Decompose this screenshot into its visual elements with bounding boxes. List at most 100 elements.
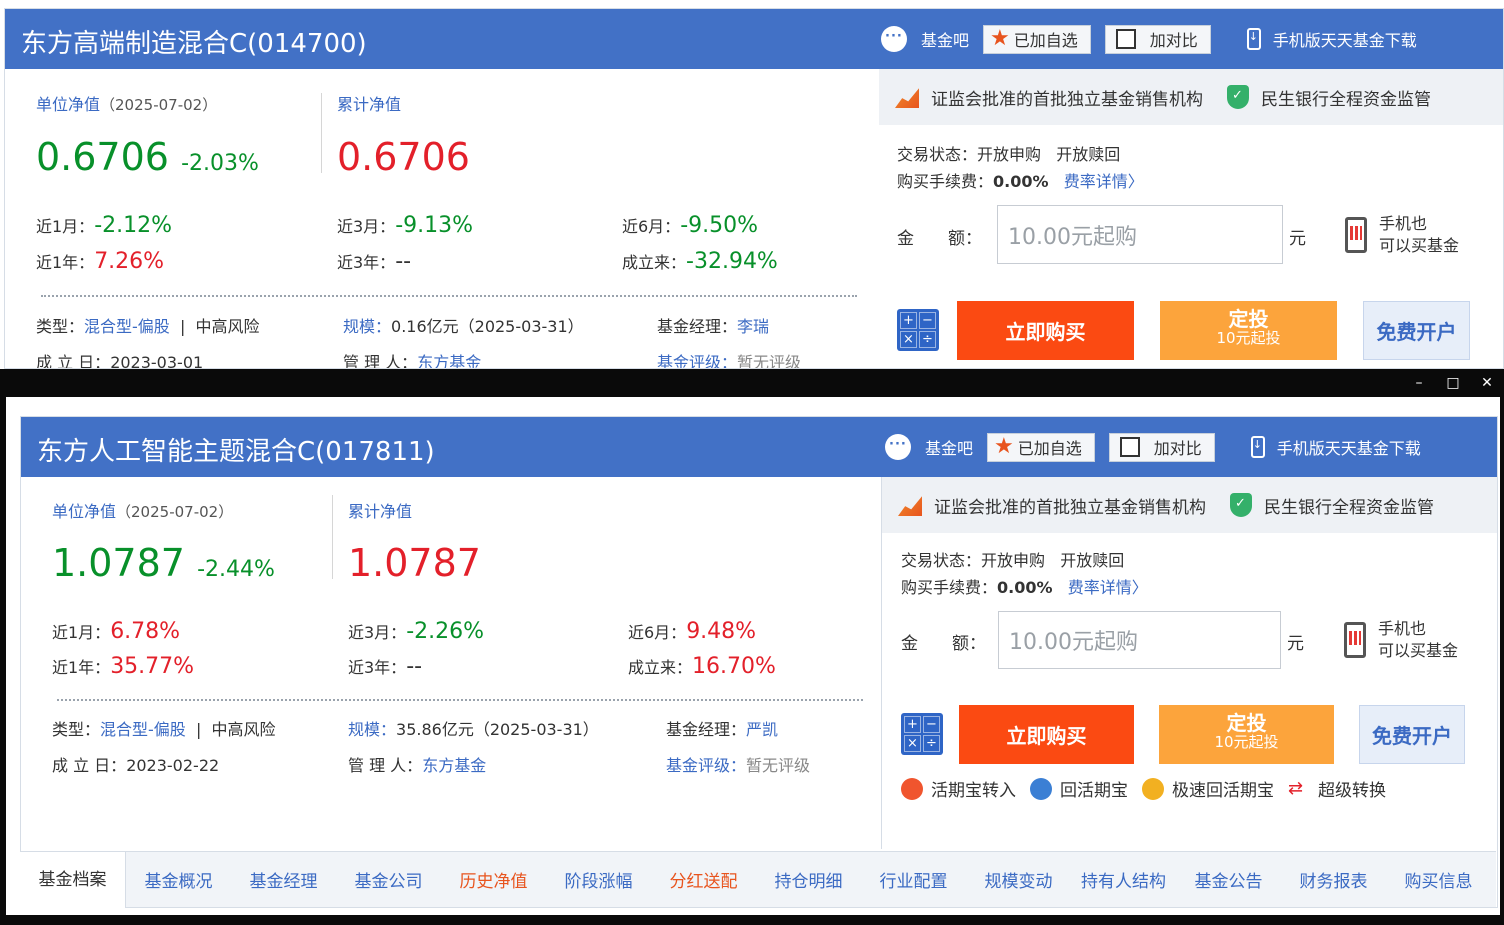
rating-info: 基金评级：暂无评级 — [657, 349, 801, 368]
manager-label: 基金经理： — [657, 317, 738, 336]
buy-button[interactable]: 立即购买 — [959, 705, 1134, 764]
quick-link-back-huoqibao[interactable]: 回活期宝 — [1030, 776, 1128, 801]
minimize-button[interactable]: – — [1402, 369, 1436, 397]
compare-label: 加对比 — [1153, 439, 1202, 458]
perf-3y: 近3年：-- — [337, 249, 411, 274]
perf-value: -2.26% — [406, 619, 485, 644]
compare-label: 加对比 — [1149, 31, 1198, 50]
checkbox-icon — [1119, 437, 1140, 457]
tab-dividend[interactable]: 分红送配 — [651, 867, 756, 892]
perf-3m: 近3月：-9.13% — [337, 213, 473, 238]
rating-label[interactable]: 基金评级： — [666, 756, 746, 775]
growth-icon — [898, 496, 922, 516]
trade-panel: 证监会批准的首批独立基金销售机构 民生银行全程资金监管 交易状态：开放申购 开放… — [881, 477, 1497, 849]
fund-bar-link[interactable]: 基金吧 — [881, 24, 969, 54]
favorite-button[interactable]: ★ 已加自选 — [983, 24, 1091, 54]
perf-value: -9.50% — [680, 213, 759, 238]
tab-company[interactable]: 基金公司 — [336, 867, 441, 892]
convert-arrows-icon: ⇄ — [1288, 777, 1304, 799]
trade-status-buy: 开放申购 — [977, 145, 1042, 164]
quick-link-label: 超级转换 — [1318, 781, 1386, 801]
perf-label: 成立来： — [628, 658, 693, 677]
buy-button[interactable]: 立即购买 — [957, 301, 1134, 360]
amount-input[interactable]: 10.00元起购 — [997, 205, 1283, 264]
favorite-button[interactable]: ★ 已加自选 — [987, 432, 1095, 462]
manager-link[interactable]: 李瑞 — [737, 317, 769, 336]
quick-links: 活期宝转入 回活期宝 极速回活期宝 ⇄ 超级转换 — [901, 776, 1400, 801]
tab-financial-reports[interactable]: 财务报表 — [1281, 867, 1386, 892]
scale-label[interactable]: 规模： — [343, 317, 391, 336]
tab-history-nav[interactable]: 历史净值 — [441, 867, 546, 892]
fee-detail-link[interactable]: 费率详情〉 — [1064, 172, 1144, 191]
manager-link[interactable]: 严凯 — [746, 720, 778, 739]
mgmt-link[interactable]: 东方基金 — [422, 756, 486, 775]
tab-purchase-info[interactable]: 购买信息 — [1386, 867, 1491, 892]
mobile-buy-hint[interactable]: 手机也 可以买基金 — [1345, 213, 1459, 257]
amount-input[interactable]: 10.00元起购 — [998, 611, 1281, 669]
perf-value: -9.13% — [395, 213, 474, 238]
fund-bar-link[interactable]: 基金吧 — [885, 432, 973, 462]
open-account-button[interactable]: 免费开户 — [1363, 301, 1470, 360]
tab-manager[interactable]: 基金经理 — [231, 867, 336, 892]
perf-label: 近6月： — [628, 623, 687, 642]
mgmt-link[interactable]: 东方基金 — [417, 353, 481, 368]
fund-bar-label: 基金吧 — [921, 31, 970, 50]
tab-holdings[interactable]: 持仓明细 — [756, 867, 861, 892]
risk-level: 中高风险 — [211, 720, 276, 739]
tab-industry[interactable]: 行业配置 — [861, 867, 966, 892]
nav-date: （2025-07-02） — [100, 96, 218, 114]
yuan-label: 元 — [1289, 229, 1306, 249]
maximize-button[interactable]: □ — [1436, 369, 1470, 397]
compare-button[interactable]: 加对比 — [1104, 24, 1211, 54]
nav-label: 单位净值 — [52, 502, 117, 521]
trade-status-redeem: 开放赎回 — [1060, 551, 1125, 570]
manager-info: 基金经理：李瑞 — [657, 313, 769, 337]
perf-3m: 近3月：-2.26% — [348, 619, 484, 644]
window-titlebar — [0, 369, 1504, 397]
calculator-icon[interactable]: + − × ÷ — [901, 713, 943, 755]
quick-link-super-convert[interactable]: ⇄ 超级转换 — [1288, 776, 1386, 802]
fee-row: 购买手续费：0.00% 费率详情〉 — [897, 168, 1144, 192]
tab-stage-gain[interactable]: 阶段涨幅 — [546, 867, 651, 892]
tab-overview[interactable]: 基金概况 — [126, 867, 231, 892]
nav-change: -2.44% — [197, 557, 275, 582]
type-link[interactable]: 混合型-偏股 — [100, 720, 186, 739]
mobile-download-link[interactable]: 手机版天天基金下载 — [1246, 24, 1417, 54]
open-account-button[interactable]: 免费开户 — [1359, 705, 1465, 764]
tab-scale-change[interactable]: 规模变动 — [966, 867, 1071, 892]
fee-detail-link[interactable]: 费率详情〉 — [1068, 578, 1148, 597]
auto-invest-button[interactable]: 定投 10元起投 — [1160, 301, 1337, 360]
window-controls: – □ ✕ — [1402, 369, 1504, 397]
amount-label: 金 额： — [901, 634, 986, 654]
calculator-icon[interactable]: + − × ÷ — [897, 309, 939, 351]
quick-link-label: 活期宝转入 — [931, 781, 1016, 801]
fund-archive-tabs: 基金档案 基金概况 基金经理 基金公司 历史净值 阶段涨幅 分红送配 持仓明细 … — [20, 851, 1496, 908]
trade-panel: 证监会批准的首批独立基金销售机构 民生银行全程资金监管 交易状态：开放申购 开放… — [879, 69, 1503, 368]
cert-bar: 证监会批准的首批独立基金销售机构 民生银行全程资金监管 — [879, 69, 1503, 125]
nav-date: （2025-07-02） — [116, 503, 234, 521]
perf-value: -32.94% — [686, 249, 778, 274]
divider — [321, 93, 322, 173]
quick-link-label: 回活期宝 — [1060, 781, 1128, 801]
perf-value: 16.70% — [692, 654, 776, 679]
close-button[interactable]: ✕ — [1470, 369, 1504, 397]
compare-button[interactable]: 加对比 — [1108, 432, 1215, 462]
mobile-buy-hint[interactable]: 手机也 可以买基金 — [1344, 618, 1458, 662]
tab-announcements[interactable]: 基金公告 — [1176, 867, 1281, 892]
mobile-download-label: 手机版天天基金下载 — [1272, 31, 1417, 50]
cert-text-2: 民生银行全程资金监管 — [1264, 497, 1434, 518]
rating-label[interactable]: 基金评级： — [657, 353, 737, 368]
auto-invest-button[interactable]: 定投 10元起投 — [1159, 705, 1334, 764]
window-border-left — [0, 369, 6, 925]
mobile-download-link[interactable]: 手机版天天基金下载 — [1250, 432, 1421, 462]
tab-holder-structure[interactable]: 持有人结构 — [1071, 867, 1176, 892]
trade-status-buy: 开放申购 — [981, 551, 1046, 570]
rating-info: 基金评级：暂无评级 — [666, 752, 810, 776]
mobile-line-2: 可以买基金 — [1379, 236, 1460, 255]
trade-status-label: 交易状态： — [897, 145, 978, 164]
scale-label[interactable]: 规模： — [348, 720, 396, 739]
type-link[interactable]: 混合型-偏股 — [84, 317, 170, 336]
quick-link-huoqibao-in[interactable]: 活期宝转入 — [901, 776, 1016, 801]
quick-link-fast-back[interactable]: 极速回活期宝 — [1142, 776, 1274, 801]
amount-label: 金 额： — [897, 229, 982, 249]
